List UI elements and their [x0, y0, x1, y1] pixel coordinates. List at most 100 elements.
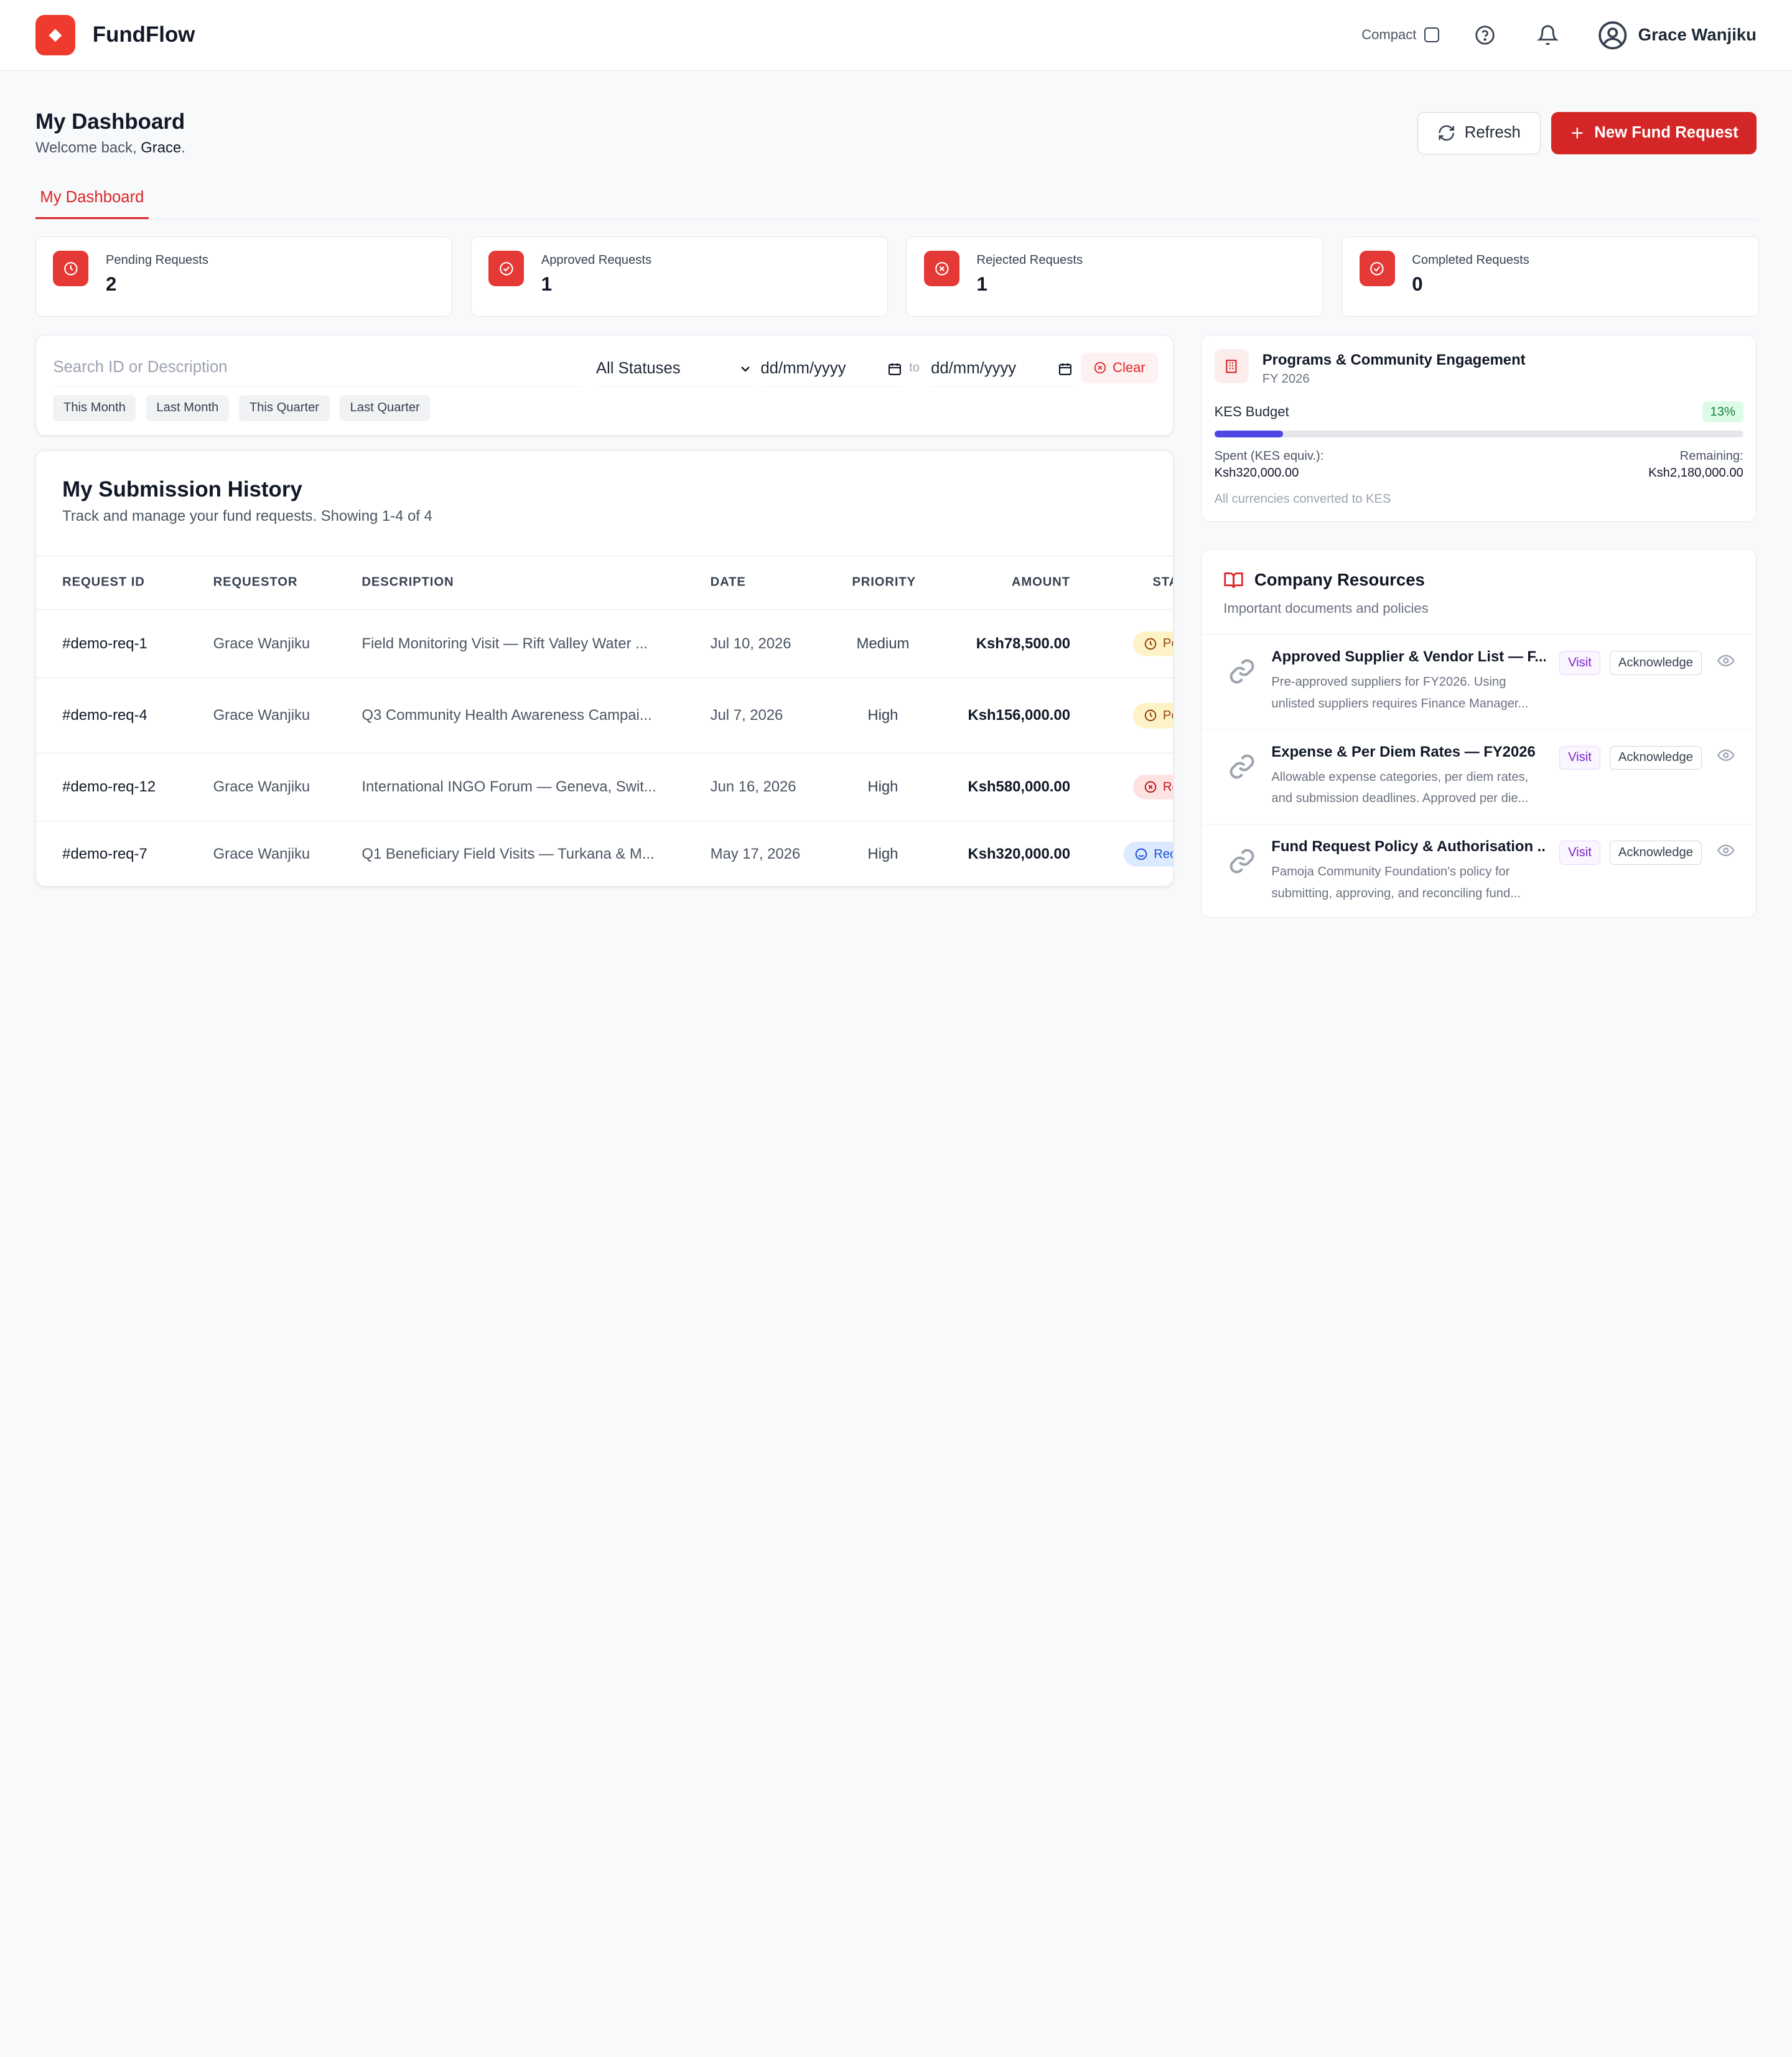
column-header[interactable]: PRIORITY: [852, 576, 916, 590]
spent-value: Ksh320,000.00: [1214, 466, 1299, 480]
description: Q1 Beneficiary Field Visits — Turkana & …: [362, 845, 655, 862]
description: Q3 Community Health Awareness Campai...: [362, 707, 652, 724]
budget-progress-fill: [1214, 431, 1284, 438]
link-icon: [1230, 659, 1254, 684]
table-row[interactable]: #demo-req-4 Grace Wanjiku Q3 Community H…: [35, 678, 1174, 754]
visit-button[interactable]: Visit: [1559, 651, 1600, 675]
spent-label: Spent (KES equiv.):: [1214, 449, 1324, 463]
stat-card-completed: Completed Requests 0: [1342, 236, 1759, 317]
tab-my-dashboard[interactable]: My Dashboard: [35, 182, 149, 219]
description: Field Monitoring Visit — Rift Valley Wat…: [362, 635, 648, 652]
priority: Medium: [856, 635, 910, 652]
stat-card-approved: Approved Requests 1: [470, 236, 889, 317]
visit-button[interactable]: Visit: [1559, 840, 1600, 865]
description: International INGO Forum — Geneva, Swit.…: [362, 778, 656, 796]
resource-name[interactable]: Approved Supplier & Vendor List — F...: [1271, 648, 1546, 666]
chip-last-month[interactable]: Last Month: [146, 394, 229, 421]
status-select[interactable]: All Statuses: [595, 352, 753, 387]
column-header[interactable]: AMOUNT: [1012, 576, 1070, 590]
column-header[interactable]: REQUEST ID: [62, 576, 145, 590]
amount: Ksh320,000.00: [968, 845, 1070, 862]
chip-this-month[interactable]: This Month: [53, 394, 136, 421]
resource-description: Pamoja Community Foundation's policy for…: [1271, 865, 1521, 900]
new-fund-request-button[interactable]: New Fund Request: [1551, 111, 1757, 154]
table-row[interactable]: #demo-req-12 Grace Wanjiku International…: [35, 753, 1174, 821]
request-id[interactable]: #demo-req-12: [62, 778, 156, 796]
requestor: Grace Wanjiku: [213, 707, 310, 724]
compact-toggle[interactable]: Compact: [1361, 27, 1440, 43]
bell-icon[interactable]: [1534, 21, 1562, 49]
visit-button[interactable]: Visit: [1559, 745, 1600, 770]
stat-label: Pending Requests: [105, 253, 208, 267]
logo-icon: [35, 15, 76, 55]
chip-this-quarter[interactable]: This Quarter: [239, 394, 330, 421]
budget-progress-bar: [1214, 431, 1743, 438]
stat-label: Approved Requests: [541, 253, 652, 267]
refresh-button[interactable]: Refresh: [1417, 111, 1541, 154]
acknowledge-button[interactable]: Acknowledge: [1610, 840, 1702, 865]
smile-circle-icon: [1135, 848, 1147, 861]
resources-title: Company Resources: [1254, 570, 1425, 590]
remaining-label: Remaining:: [1679, 449, 1743, 463]
resource-name[interactable]: Expense & Per Diem Rates — FY2026: [1271, 744, 1546, 761]
acknowledge-button[interactable]: Acknowledge: [1610, 745, 1702, 770]
stat-card-pending: Pending Requests 2: [35, 236, 453, 317]
request-id[interactable]: #demo-req-7: [62, 846, 147, 863]
brand[interactable]: FundFlow: [35, 15, 195, 55]
search-input[interactable]: Search ID or Description: [53, 352, 582, 387]
user-menu[interactable]: Grace Wanjiku: [1597, 20, 1757, 51]
department-name: Programs & Community Engagement: [1262, 351, 1526, 368]
date-from-input[interactable]: dd/mm/yyyy: [760, 352, 903, 387]
date-to-input[interactable]: dd/mm/yyyy: [931, 352, 1073, 387]
resource-name[interactable]: Fund Request Policy & Authorisation ...: [1271, 838, 1546, 856]
refresh-icon: [1439, 125, 1454, 141]
column-header[interactable]: REQUESTOR: [213, 576, 298, 590]
clear-filters-button[interactable]: Clear: [1080, 352, 1158, 384]
stat-cards: Pending Requests 2 Approved Requests 1 R…: [35, 236, 1759, 317]
resource-item: Expense & Per Diem Rates — FY2026 Allowa…: [1202, 730, 1756, 825]
requestor: Grace Wanjiku: [213, 778, 310, 796]
status-badge[interactable]: Re: [1133, 774, 1174, 800]
priority: High: [867, 845, 898, 862]
acknowledge-button[interactable]: Acknowledge: [1610, 651, 1702, 675]
request-id[interactable]: #demo-req-4: [62, 707, 147, 724]
history-title: My Submission History: [62, 477, 302, 501]
user-name: Grace Wanjiku: [1638, 25, 1757, 45]
eye-icon[interactable]: [1717, 747, 1735, 764]
budget-percent-badge: 13%: [1702, 401, 1743, 423]
stat-value: 2: [105, 273, 117, 296]
compact-checkbox[interactable]: [1424, 27, 1440, 43]
date-range-separator: to: [909, 360, 920, 375]
amount: Ksh156,000.00: [968, 707, 1070, 724]
date: Jul 7, 2026: [710, 707, 783, 724]
priority: High: [867, 707, 898, 724]
column-header[interactable]: DESCRIPTION: [362, 576, 454, 590]
eye-icon[interactable]: [1717, 652, 1735, 669]
stat-card-rejected: Rejected Requests 1: [906, 236, 1323, 317]
table-row[interactable]: #demo-req-7 Grace Wanjiku Q1 Beneficiary…: [36, 821, 1174, 887]
status-badge[interactable]: Pe: [1133, 703, 1174, 729]
user-circle-icon: [1598, 21, 1626, 49]
column-header[interactable]: STA: [1152, 576, 1173, 590]
requestor: Grace Wanjiku: [213, 845, 310, 862]
eye-icon[interactable]: [1717, 842, 1735, 859]
filter-panel: Search ID or Description All Statuses dd…: [35, 335, 1174, 436]
chip-last-quarter[interactable]: Last Quarter: [340, 394, 431, 421]
table-row[interactable]: #demo-req-1 Grace Wanjiku Field Monitori…: [35, 610, 1174, 679]
priority: High: [867, 778, 898, 796]
resources-subtitle: Important documents and policies: [1223, 600, 1429, 617]
clock-icon: [1144, 709, 1156, 722]
status-badge[interactable]: Rec: [1124, 841, 1174, 867]
request-id[interactable]: #demo-req-1: [62, 635, 147, 653]
tab-bar: My Dashboard: [35, 182, 1757, 220]
chevron-down-icon: [740, 366, 750, 372]
check-circle-icon: [488, 251, 525, 287]
currency-note: All currencies converted to KES: [1214, 492, 1391, 506]
building-icon: [1214, 349, 1249, 384]
column-header[interactable]: DATE: [711, 576, 746, 590]
x-circle-icon: [1144, 781, 1156, 793]
help-circle-icon[interactable]: [1472, 21, 1499, 49]
status-badge[interactable]: Pe: [1133, 631, 1174, 656]
budget-label: KES Budget: [1214, 404, 1289, 420]
fiscal-year: FY 2026: [1262, 372, 1310, 386]
